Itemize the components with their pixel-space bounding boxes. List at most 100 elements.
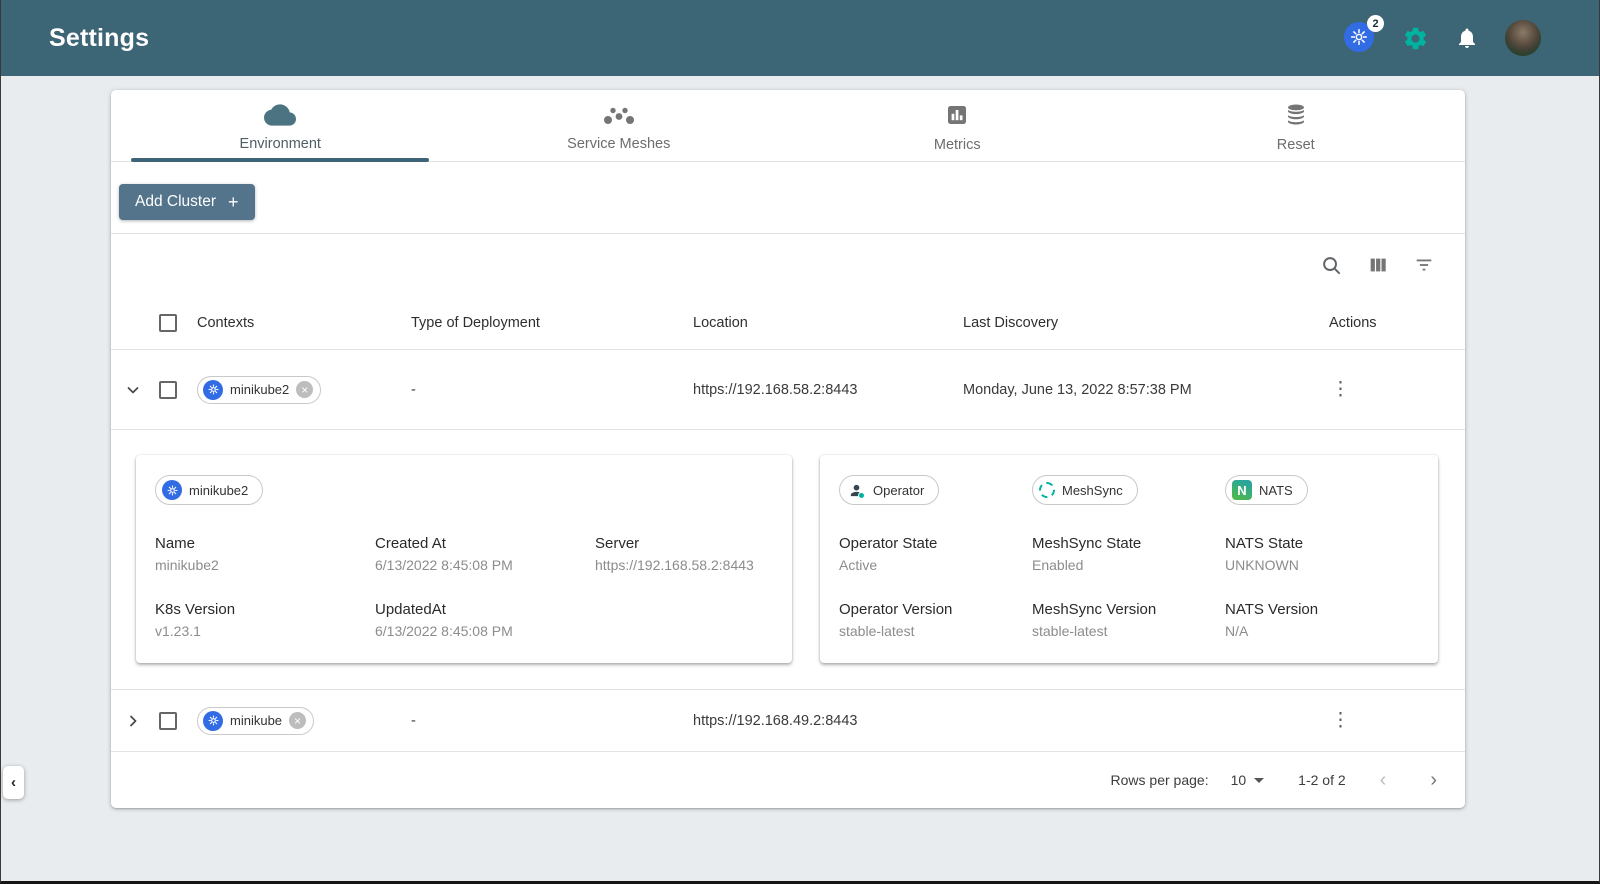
kubernetes-icon [203, 710, 223, 731]
field-created-at: Created At 6/13/2022 8:45:08 PM [375, 535, 595, 573]
kubernetes-icon [203, 379, 223, 400]
context-chip-minikube[interactable]: minikube × [197, 706, 315, 735]
field-k8s-version: K8s Version v1.23.1 [155, 601, 375, 639]
context-chip-minikube2[interactable]: minikube2 × [197, 375, 322, 404]
cluster-detail-card: minikube2 Name minikube2 Created At 6/13… [136, 455, 792, 663]
table-row: minikube × - https://192.168.49.2:8443 ⋮ [111, 690, 1465, 752]
nats-chip-label: NATS [1259, 482, 1293, 498]
context-chip-label: minikube [230, 713, 283, 728]
operator-chip[interactable]: Operator [839, 475, 940, 505]
active-tab-indicator [131, 158, 430, 162]
previous-page-button[interactable]: ‹ [1380, 770, 1387, 790]
field-value: stable-latest [839, 623, 915, 639]
column-actions: Actions [1329, 314, 1377, 331]
meshsync-chip[interactable]: MeshSync [1032, 475, 1138, 505]
search-icon[interactable] [1320, 254, 1343, 277]
rows-per-page-label: Rows per page: [1110, 772, 1209, 788]
service-mesh-icon [603, 104, 635, 131]
sidebar-collapse-handle[interactable]: ‹ [3, 766, 24, 799]
tab-service-meshes-label: Service Meshes [567, 135, 671, 152]
field-label: K8s Version [155, 601, 236, 618]
cell-location: https://192.168.58.2:8443 [693, 381, 858, 398]
context-count-badge: 2 [1367, 15, 1384, 32]
tab-environment[interactable]: Environment [111, 90, 450, 162]
field-meshsync-version: MeshSync Version stable-latest [1032, 601, 1225, 639]
row-checkbox[interactable] [159, 711, 177, 730]
next-page-button[interactable]: › [1430, 770, 1437, 790]
settings-card: Environment Service Meshes Metrics Reset… [111, 90, 1465, 808]
user-avatar[interactable] [1505, 20, 1541, 56]
nats-icon: N [1232, 480, 1252, 500]
plus-icon: + [227, 192, 239, 212]
field-name: Name minikube2 [155, 535, 375, 573]
add-cluster-label: Add Cluster [135, 193, 216, 210]
tab-environment-label: Environment [239, 135, 321, 152]
header-actions: 2 [1344, 15, 1541, 56]
view-columns-icon[interactable] [1367, 254, 1389, 276]
settings-tabs: Environment Service Meshes Metrics Reset [111, 90, 1465, 162]
collapse-row-button[interactable] [119, 376, 147, 404]
field-value: UNKNOWN [1225, 557, 1299, 573]
remove-context-icon[interactable]: × [296, 381, 314, 398]
field-updated-at: UpdatedAt 6/13/2022 8:45:08 PM [375, 601, 595, 639]
tab-metrics[interactable]: Metrics [788, 90, 1127, 161]
cluster-chip-label: minikube2 [189, 482, 249, 498]
pagination-range: 1-2 of 2 [1298, 772, 1346, 788]
field-label: Name [155, 535, 196, 552]
field-label: Created At [375, 535, 446, 552]
collapse-all-icon[interactable] [119, 314, 159, 332]
rows-per-page-select[interactable]: 10 [1231, 772, 1265, 788]
database-icon [1284, 103, 1308, 132]
cell-location: https://192.168.49.2:8443 [693, 712, 858, 729]
expand-row-button[interactable] [119, 707, 147, 735]
field-value: 6/13/2022 8:45:08 PM [375, 557, 513, 573]
cluster-chip-minikube2[interactable]: minikube2 [155, 475, 264, 505]
tab-reset[interactable]: Reset [1127, 90, 1466, 161]
field-value: Enabled [1032, 557, 1084, 573]
column-contexts: Contexts [197, 314, 255, 331]
field-server: Server https://192.168.58.2:8443 [595, 535, 772, 573]
field-value: Active [839, 557, 878, 573]
app-header: Settings 2 [1, 0, 1599, 76]
field-nats-state: NATS State UNKNOWN [1225, 535, 1418, 573]
row-actions-menu-icon[interactable]: ⋮ [1315, 711, 1465, 730]
field-label: Operator State [839, 535, 938, 552]
kubernetes-icon [162, 480, 182, 500]
kubernetes-context-button[interactable]: 2 [1344, 15, 1384, 54]
field-nats-version: NATS Version N/A [1225, 601, 1418, 639]
settings-gear-icon[interactable] [1402, 25, 1429, 52]
column-location: Location [693, 314, 748, 331]
row-actions-menu-icon[interactable]: ⋮ [1315, 380, 1465, 399]
operator-chip-label: Operator [873, 482, 925, 498]
table-toolbar [111, 234, 1465, 296]
field-label: UpdatedAt [375, 601, 446, 618]
cloud-icon [264, 103, 297, 131]
field-value: 6/13/2022 8:45:08 PM [375, 623, 513, 639]
filter-icon[interactable] [1413, 254, 1435, 276]
expanded-row-detail: minikube2 Name minikube2 Created At 6/13… [111, 430, 1465, 690]
field-value: stable-latest [1032, 623, 1108, 639]
field-label: NATS Version [1225, 601, 1319, 618]
field-operator-version: Operator Version stable-latest [839, 601, 1032, 639]
nats-chip[interactable]: N NATS [1225, 475, 1308, 505]
cell-type-of-deployment: - [411, 381, 416, 398]
table-row: minikube2 × - https://192.168.58.2:8443 … [111, 350, 1465, 430]
metrics-chart-icon [945, 103, 969, 132]
tab-service-meshes[interactable]: Service Meshes [450, 90, 789, 161]
field-label: MeshSync State [1032, 535, 1142, 552]
meshsync-icon [1039, 482, 1055, 498]
field-meshsync-state: MeshSync State Enabled [1032, 535, 1225, 573]
tab-metrics-label: Metrics [933, 136, 981, 153]
field-operator-state: Operator State Active [839, 535, 1032, 573]
notifications-bell-icon[interactable] [1455, 26, 1479, 50]
column-last-discovery: Last Discovery [963, 314, 1059, 331]
select-all-checkbox[interactable] [159, 313, 177, 332]
operator-person-icon [846, 480, 866, 500]
remove-context-icon[interactable]: × [289, 712, 307, 729]
chevron-down-icon [1254, 777, 1265, 783]
field-label: Operator Version [839, 601, 953, 618]
row-checkbox[interactable] [159, 380, 177, 399]
add-cluster-button[interactable]: Add Cluster + [119, 184, 255, 220]
column-type-of-deployment: Type of Deployment [411, 314, 540, 331]
field-label: MeshSync Version [1032, 601, 1157, 618]
